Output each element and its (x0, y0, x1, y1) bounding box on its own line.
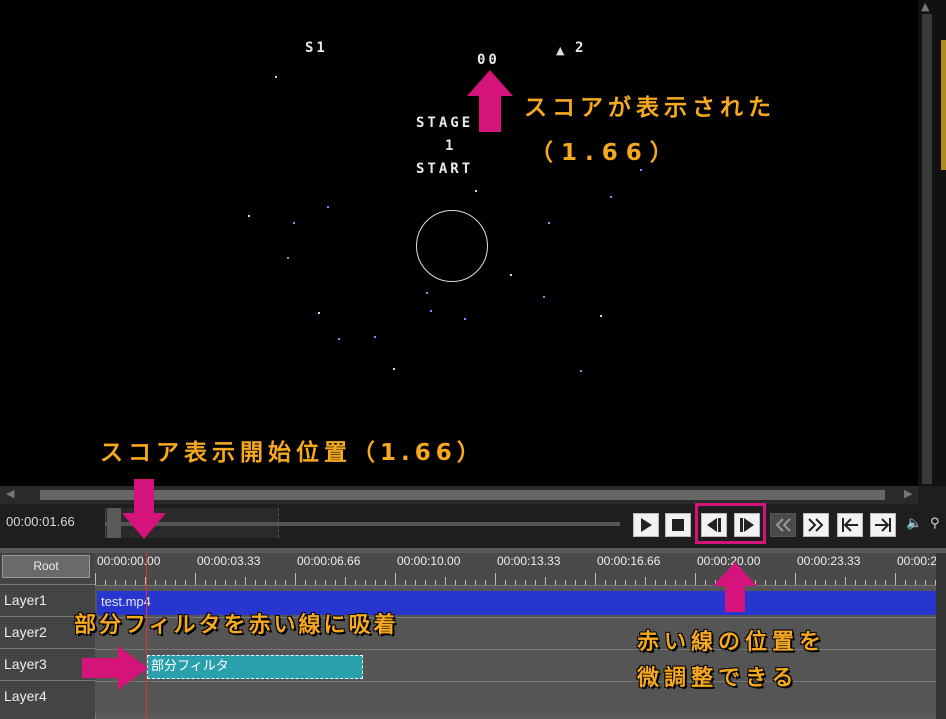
fast-forward-icon (808, 518, 824, 532)
ruler-tick (595, 573, 596, 585)
ruler-tick (345, 577, 346, 585)
current-time: 00:00:01.66 (6, 514, 75, 529)
seek-arrow-icon (122, 479, 166, 539)
score-arrow-icon (467, 70, 513, 132)
partial-filter-clip[interactable]: 部分フィルタ (147, 655, 363, 679)
annotation-score-start: スコア表示開始位置（1.66） (100, 440, 485, 466)
jump-start-button[interactable] (837, 513, 863, 537)
ruler-label: 00:00:03.33 (197, 554, 261, 568)
score-text: 00 (477, 52, 500, 68)
ruler-tick (795, 573, 796, 585)
scroll-left-icon[interactable]: ◀ (6, 487, 14, 500)
filter-arrow-icon (82, 646, 148, 690)
ruler-tick (545, 577, 546, 585)
timeline-scrollbar[interactable] (936, 553, 946, 719)
ruler-tick (95, 573, 96, 585)
rewind-icon (775, 518, 791, 532)
lives-count: 2 (575, 40, 587, 56)
play-button[interactable] (633, 513, 659, 537)
ruler-tick (195, 573, 196, 585)
timeline-ruler[interactable]: 00:00:00.00 00:00:03.33 00:00:06.66 00:00:1… (95, 553, 938, 585)
ruler-tick (895, 573, 896, 585)
ruler-label: 00:00:23.33 (797, 554, 861, 568)
ruler-tick (645, 577, 646, 585)
stop-button[interactable] (665, 513, 691, 537)
scroll-thumb[interactable] (922, 14, 932, 484)
scroll-thumb[interactable] (40, 490, 885, 500)
preview-vertical-scrollbar[interactable]: ▲ (918, 0, 946, 486)
zoom-icon[interactable]: ⚲ (930, 516, 940, 531)
ruler-label: 00:00:2 (897, 554, 938, 568)
ruler-label: 00:00:16.66 (597, 554, 661, 568)
jump-end-button[interactable] (870, 513, 896, 537)
seek-bar[interactable] (105, 508, 620, 538)
player-label: S1 (305, 40, 328, 56)
stop-icon (672, 519, 684, 531)
scroll-right-icon[interactable]: ▶ (904, 487, 912, 500)
layer-4-label[interactable]: Layer4 (0, 680, 95, 711)
seek-knob[interactable] (107, 508, 121, 538)
frame-step-highlight (695, 503, 766, 544)
scroll-up-icon[interactable]: ▲ (921, 0, 929, 13)
ruler-label: 00:00:06.66 (297, 554, 361, 568)
annotation-fine-adjust-1: 赤い線の位置を (637, 630, 827, 655)
annotation-score-shown: スコアが表示された (524, 95, 776, 121)
volume-icon[interactable]: 🔈 (906, 516, 922, 531)
ruler-tick (845, 577, 846, 585)
annotation-score-time: （1.66） (530, 140, 681, 166)
ruler-label: 00:00:10.00 (397, 554, 461, 568)
fine-adjust-arrow-icon (713, 562, 757, 612)
side-strip (941, 40, 946, 170)
rewind-button[interactable] (770, 513, 796, 537)
seek-track[interactable] (105, 522, 620, 526)
ruler-tick (395, 573, 396, 585)
ruler-tick (445, 577, 446, 585)
ruler-label: 00:00:00.00 (97, 554, 161, 568)
ruler-tick (295, 573, 296, 585)
layer-3-label[interactable]: Layer3 (0, 648, 95, 679)
ruler-tick (695, 573, 696, 585)
annotation-snap-filter: 部分フィルタを赤い線に吸着 (74, 613, 399, 638)
jump-start-icon (842, 518, 858, 532)
stage-word: STAGE (416, 115, 474, 131)
annotation-fine-adjust-2: 微調整できる (637, 666, 799, 691)
ruler-tick (495, 573, 496, 585)
fast-forward-button[interactable] (803, 513, 829, 537)
play-icon (641, 518, 652, 532)
video-preview: S1 00 ▲ 2 STAGE 1 START スコアが表示された （1.66）… (0, 0, 918, 486)
filter-circle (416, 210, 488, 282)
ruler-tick (245, 577, 246, 585)
start-word: START (416, 161, 474, 177)
layer-4-track[interactable] (95, 681, 936, 713)
stage-number: 1 (445, 138, 457, 154)
ship-icon: ▲ (556, 44, 565, 57)
root-button[interactable]: Root (2, 555, 90, 578)
ruler-label: 00:00:13.33 (497, 554, 561, 568)
jump-end-icon (875, 518, 891, 532)
